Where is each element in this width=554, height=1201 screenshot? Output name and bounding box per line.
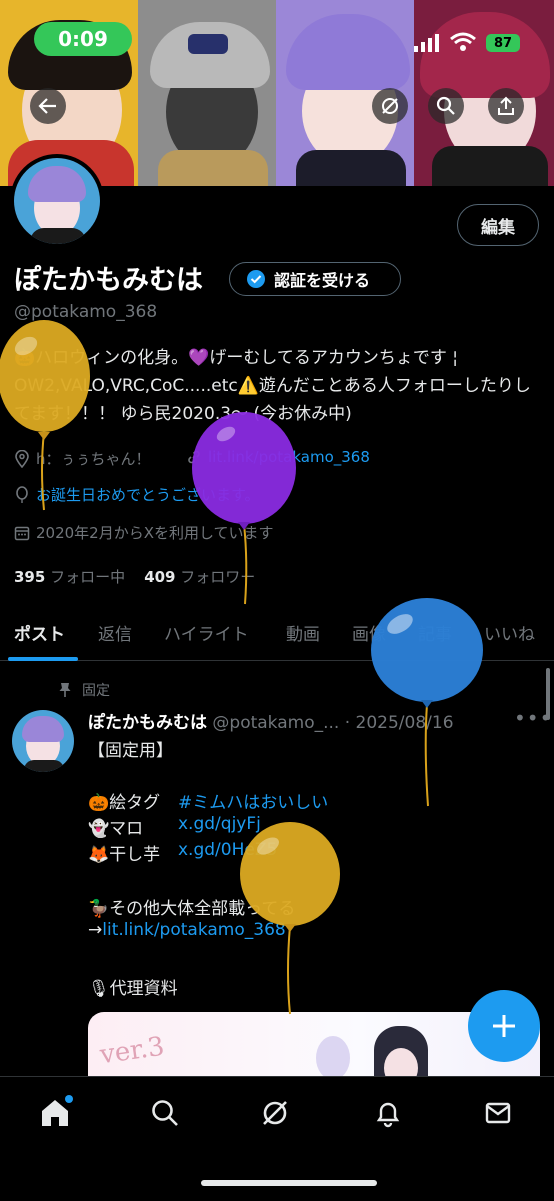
post-author-name[interactable]: ぽたかもみむは bbox=[88, 713, 207, 733]
verified-badge-icon bbox=[247, 270, 265, 288]
get-verified-button[interactable]: 認証を受ける bbox=[229, 262, 401, 296]
tab-replies[interactable]: 返信 bbox=[98, 620, 132, 645]
home-indicator bbox=[201, 1180, 377, 1186]
media-version-text: ver.3 bbox=[98, 1031, 167, 1071]
following-count: 395 bbox=[14, 568, 46, 586]
calendar-icon bbox=[14, 526, 30, 540]
nav-search[interactable] bbox=[145, 1093, 185, 1133]
share-icon bbox=[498, 96, 514, 115]
scrollbar[interactable] bbox=[546, 668, 550, 720]
nav-messages[interactable] bbox=[478, 1093, 518, 1133]
tab-likes[interactable]: いいね bbox=[484, 620, 535, 645]
grok-icon bbox=[263, 1101, 287, 1125]
search-icon bbox=[436, 96, 455, 115]
followers-count: 409 bbox=[144, 568, 176, 586]
wifi-icon bbox=[450, 32, 476, 56]
tab-videos[interactable]: 動画 bbox=[286, 620, 320, 645]
pinned-text: 固定 bbox=[82, 683, 110, 699]
balloon-yellow-bottom bbox=[240, 822, 340, 1015]
banner-art-2 bbox=[138, 0, 276, 186]
share-button[interactable] bbox=[488, 88, 524, 124]
tab-posts[interactable]: ポスト bbox=[14, 620, 65, 645]
home-notification-dot bbox=[65, 1095, 73, 1103]
search-icon bbox=[152, 1100, 178, 1126]
grok-button[interactable] bbox=[372, 88, 408, 124]
post-line-2-label: 🎃絵タグ bbox=[88, 793, 161, 813]
post-line-4-label: 🦊干し芋 bbox=[88, 845, 161, 865]
back-button[interactable] bbox=[30, 88, 66, 124]
balloon-yellow-left bbox=[0, 320, 90, 511]
post-line-7: 🎙代理資料 bbox=[88, 979, 178, 999]
pinned-label: 固定 bbox=[58, 680, 110, 700]
battery-level: 87 bbox=[486, 34, 520, 52]
mail-icon bbox=[485, 1102, 511, 1124]
edit-profile-button[interactable]: 編集 bbox=[457, 204, 539, 246]
post-author-avatar[interactable] bbox=[12, 710, 74, 772]
nav-home[interactable] bbox=[35, 1093, 75, 1133]
grok-icon bbox=[382, 98, 398, 114]
plus-icon bbox=[493, 1015, 515, 1037]
post-author-handle[interactable]: @potakamo_... bbox=[212, 713, 339, 733]
balloon-purple bbox=[192, 412, 296, 605]
nav-grok[interactable] bbox=[255, 1093, 295, 1133]
post-line-3-label: 👻マロ bbox=[88, 819, 144, 839]
profile-display-name: ぽたかもみむは bbox=[14, 265, 203, 296]
hashtag-link[interactable]: #ミムハはおいしい bbox=[178, 788, 328, 813]
back-arrow-icon bbox=[38, 98, 56, 114]
status-time: 0:09 bbox=[34, 22, 132, 56]
balloon-blue bbox=[371, 598, 483, 807]
following-label: フォロー中 bbox=[50, 568, 126, 586]
pin-icon bbox=[59, 683, 71, 697]
bell-icon bbox=[376, 1102, 400, 1128]
compose-button[interactable] bbox=[468, 990, 540, 1062]
tab-highlights[interactable]: ハイライト bbox=[164, 620, 249, 645]
following-link[interactable]: 395 フォロー中 bbox=[14, 568, 125, 586]
nav-notifications[interactable] bbox=[368, 1093, 408, 1133]
post-line-6-arrow: → bbox=[88, 920, 103, 940]
get-verified-label: 認証を受ける bbox=[274, 271, 371, 290]
signal-icon bbox=[414, 34, 440, 56]
profile-avatar[interactable] bbox=[10, 154, 104, 248]
active-tab-indicator bbox=[8, 657, 78, 661]
search-button[interactable] bbox=[428, 88, 464, 124]
post-line-1: 【固定用】 bbox=[88, 741, 173, 761]
profile-handle: @potakamo_368 bbox=[14, 302, 158, 322]
